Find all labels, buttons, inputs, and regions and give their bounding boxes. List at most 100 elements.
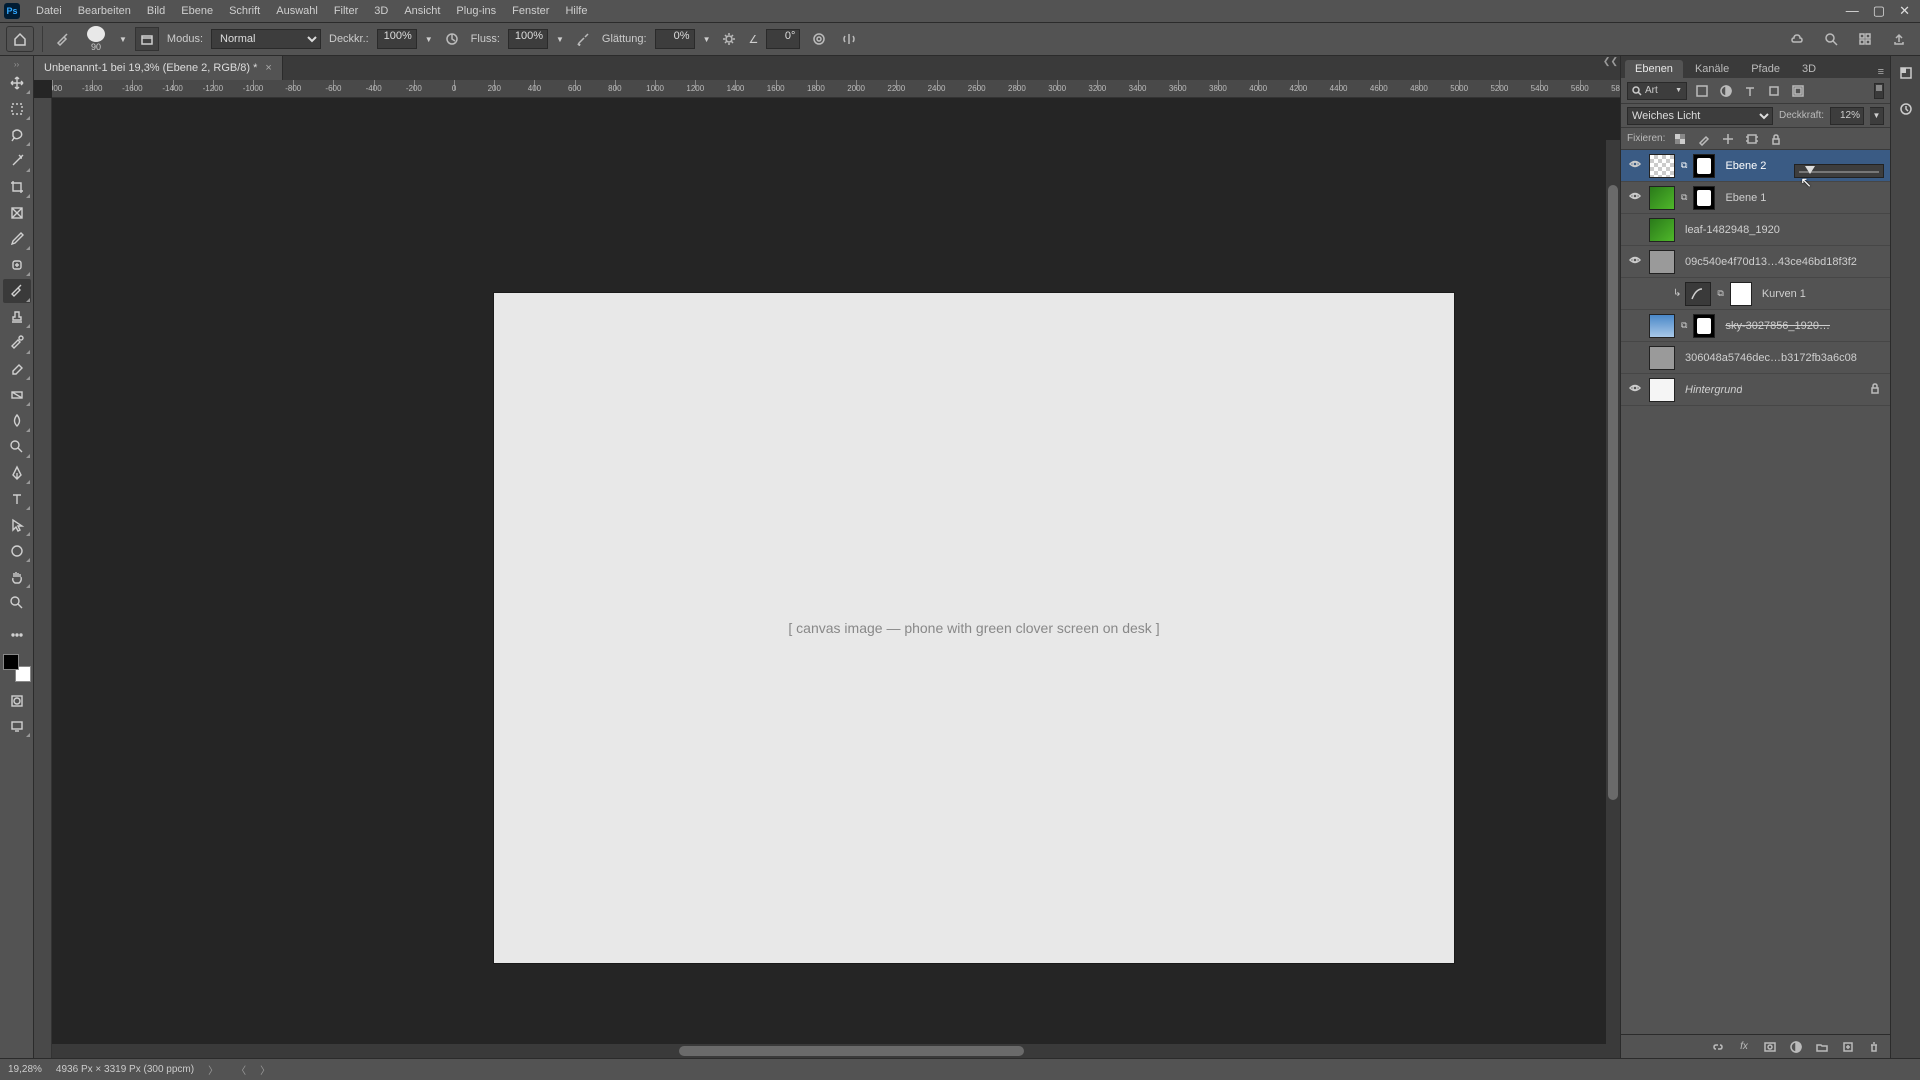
menu-image[interactable]: Bild (139, 0, 173, 22)
lock-icon[interactable] (1868, 381, 1882, 398)
share-button[interactable] (1888, 28, 1910, 50)
mask-link-icon[interactable]: ⧉ (1681, 192, 1687, 203)
layer-opacity-input[interactable]: 12% (1830, 107, 1864, 125)
chevron-down-icon[interactable]: ▼ (119, 35, 127, 44)
layer-visibility-toggle[interactable] (1625, 157, 1645, 174)
vertical-scrollbar[interactable] (1606, 140, 1620, 1044)
status-dimensions[interactable]: 4936 Px × 3319 Px (300 ppcm) (56, 1064, 194, 1075)
smoothing-options-button[interactable] (718, 28, 740, 50)
layer-visibility-toggle[interactable] (1625, 253, 1645, 270)
lock-transparency-icon[interactable] (1671, 130, 1689, 148)
layer-thumbnail[interactable] (1649, 250, 1675, 274)
layer-row[interactable]: ⧉sky-3027856_1920… (1621, 310, 1890, 342)
mask-link-icon[interactable]: ⧉ (1681, 160, 1687, 171)
tab-3d[interactable]: 3D (1792, 60, 1826, 78)
status-chevron-icon[interactable]: 〉 (208, 1062, 218, 1077)
new-group-icon[interactable] (1814, 1039, 1830, 1055)
filter-adjust-icon[interactable] (1717, 82, 1735, 100)
foreground-color-swatch[interactable] (3, 654, 19, 670)
layer-thumbnail[interactable] (1649, 346, 1675, 370)
menu-filter[interactable]: Filter (326, 0, 366, 22)
lock-artboard-icon[interactable] (1743, 130, 1761, 148)
window-maximize-icon[interactable]: ▢ (1873, 3, 1885, 19)
path-select-tool[interactable] (3, 513, 31, 537)
filter-shape-icon[interactable] (1765, 82, 1783, 100)
shape-tool[interactable] (3, 539, 31, 563)
layer-row[interactable]: Hintergrund (1621, 374, 1890, 406)
layer-mask-thumbnail[interactable] (1730, 282, 1752, 306)
menu-layer[interactable]: Ebene (173, 0, 221, 22)
menu-3d[interactable]: 3D (366, 0, 396, 22)
menu-plugins[interactable]: Plug-ins (448, 0, 504, 22)
tab-channels[interactable]: Kanäle (1685, 60, 1739, 78)
brush-panel-toggle[interactable] (135, 27, 159, 51)
menu-view[interactable]: Ansicht (396, 0, 448, 22)
history-brush-tool[interactable] (3, 331, 31, 355)
arrange-docs-button[interactable] (1854, 28, 1876, 50)
home-button[interactable] (6, 26, 34, 52)
chevron-down-icon[interactable]: ▼ (556, 35, 564, 44)
panel-menu-icon[interactable]: ≡ (1872, 66, 1890, 78)
mask-link-icon[interactable]: ⧉ (1717, 288, 1723, 299)
new-layer-icon[interactable] (1840, 1039, 1856, 1055)
properties-panel-icon[interactable] (1895, 98, 1917, 120)
layer-name[interactable]: Kurven 1 (1762, 288, 1806, 300)
layer-row[interactable]: ⧉ Ebene 1 (1621, 182, 1890, 214)
layer-blend-mode-select[interactable]: Weiches Licht (1627, 107, 1773, 125)
window-close-icon[interactable]: ✕ (1899, 3, 1910, 19)
layer-mask-thumbnail[interactable] (1693, 314, 1715, 338)
chevron-down-icon[interactable]: ▼ (1870, 107, 1884, 125)
canvas-image[interactable]: [ canvas image — phone with green clover… (494, 293, 1454, 963)
delete-layer-icon[interactable] (1866, 1039, 1882, 1055)
menu-edit[interactable]: Bearbeiten (70, 0, 139, 22)
layer-row[interactable]: 306048a5746dec…b3172fb3a6c08 (1621, 342, 1890, 374)
layer-name[interactable]: 306048a5746dec…b3172fb3a6c08 (1685, 352, 1857, 364)
layer-thumbnail[interactable] (1649, 314, 1675, 338)
layer-name[interactable]: leaf-1482948_1920 (1685, 224, 1780, 236)
blend-mode-select[interactable]: Normal (211, 29, 321, 49)
pen-tool[interactable] (3, 461, 31, 485)
layer-name[interactable]: Ebene 1 (1725, 192, 1766, 204)
filter-pixel-icon[interactable] (1693, 82, 1711, 100)
window-minimize-icon[interactable]: — (1846, 3, 1859, 19)
layer-name[interactable]: Ebene 2 (1725, 160, 1766, 172)
lasso-tool[interactable] (3, 123, 31, 147)
hand-tool[interactable] (3, 565, 31, 589)
smoothing-input[interactable]: 0% (655, 29, 695, 49)
dodge-tool[interactable] (3, 435, 31, 459)
crop-tool[interactable] (3, 175, 31, 199)
menu-help[interactable]: Hilfe (557, 0, 595, 22)
link-layers-icon[interactable] (1710, 1039, 1726, 1055)
layer-thumbnail[interactable] (1649, 186, 1675, 210)
wand-tool[interactable] (3, 149, 31, 173)
flow-input[interactable]: 100% (508, 29, 548, 49)
size-pressure-toggle[interactable] (808, 28, 830, 50)
zoom-tool[interactable] (3, 591, 31, 615)
layer-mask-thumbnail[interactable] (1693, 186, 1715, 210)
layer-visibility-toggle[interactable] (1625, 189, 1645, 206)
eyedropper-tool[interactable] (3, 227, 31, 251)
scrollbar-thumb[interactable] (1608, 185, 1618, 800)
opacity-pressure-toggle[interactable] (441, 28, 463, 50)
filter-type-icon[interactable] (1741, 82, 1759, 100)
layer-name[interactable]: sky-3027856_1920… (1725, 320, 1830, 332)
angle-input[interactable]: 0° (766, 29, 800, 49)
lock-all-icon[interactable] (1767, 130, 1785, 148)
brush-preset-picker[interactable]: 90 (81, 26, 111, 52)
menu-window[interactable]: Fenster (504, 0, 557, 22)
tab-paths[interactable]: Pfade (1741, 60, 1790, 78)
layer-name[interactable]: 09c540e4f70d13…43ce46bd18f3f2 (1685, 256, 1857, 268)
layer-visibility-toggle[interactable] (1625, 381, 1645, 398)
horizontal-scrollbar[interactable] (52, 1044, 1620, 1058)
layer-name[interactable]: Hintergrund (1685, 384, 1742, 396)
marquee-tool[interactable] (3, 97, 31, 121)
filter-toggle-switch[interactable] (1874, 83, 1884, 99)
ruler-horizontal[interactable]: -2000-1800-1600-1400-1200-1000-800-600-4… (52, 80, 1620, 98)
panel-collapse-icon[interactable]: ❮❮ (1603, 56, 1618, 67)
status-next-icon[interactable]: 〉 (260, 1062, 270, 1077)
layer-thumbnail[interactable] (1649, 218, 1675, 242)
current-tool-icon[interactable] (51, 28, 73, 50)
menu-select[interactable]: Auswahl (268, 0, 326, 22)
gradient-tool[interactable] (3, 383, 31, 407)
type-tool[interactable] (3, 487, 31, 511)
